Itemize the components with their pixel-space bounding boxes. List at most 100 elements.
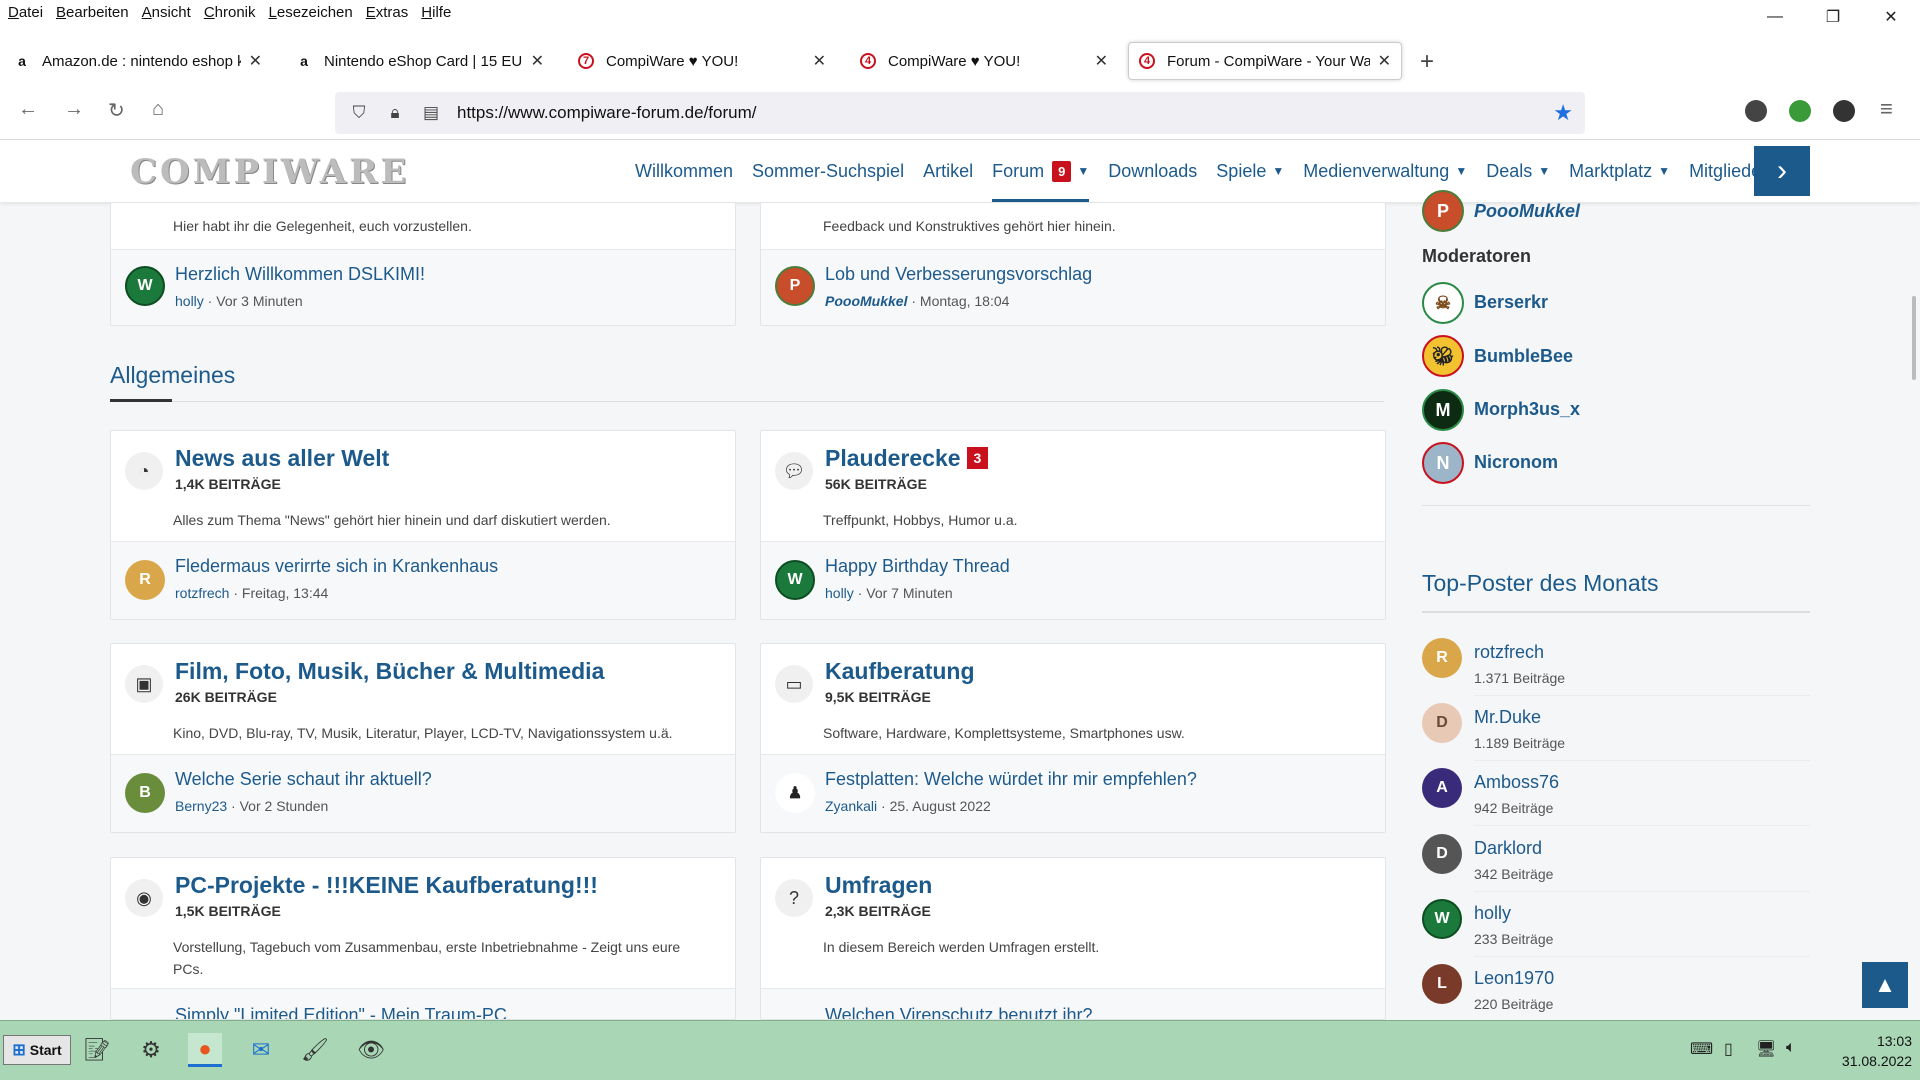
menu-extras[interactable]: Extras (366, 4, 409, 21)
board-title[interactable]: Umfragen (825, 872, 932, 899)
section-title[interactable]: Allgemeines (110, 362, 235, 389)
avatar[interactable]: W (775, 560, 815, 600)
thunderbird-icon[interactable]: ✉ (244, 1033, 278, 1067)
admin-name[interactable]: PoooMukkel (1474, 201, 1580, 222)
moderator-name[interactable]: Nicronom (1474, 452, 1558, 473)
last-post-user[interactable]: PoooMukkel (825, 293, 907, 309)
avatar[interactable]: M (1422, 389, 1464, 431)
chevron-down-icon[interactable]: ▼ (1077, 164, 1089, 178)
board-title[interactable]: Film, Foto, Musik, Bücher & Multimedia (175, 658, 604, 685)
moderator-name[interactable]: Morph3us_x (1474, 399, 1580, 420)
nav-medienverwaltung[interactable]: Medienverwaltung ▼ (1303, 161, 1467, 182)
tab-compiware-2[interactable]: 4 CompiWare ♥ YOU! ✕ (850, 42, 1118, 80)
start-button[interactable]: ⊞ Start (3, 1035, 71, 1065)
home-icon[interactable]: ⌂ (152, 98, 164, 121)
last-post-title[interactable]: Herzlich Willkommen DSLKIMI! (175, 264, 425, 285)
reader-view-icon[interactable]: ▤ (419, 103, 443, 123)
tab-compiware-1[interactable]: 7 CompiWare ♥ YOU! ✕ (568, 42, 836, 80)
chevron-down-icon[interactable]: ▼ (1538, 164, 1550, 178)
avatar[interactable]: W (125, 266, 165, 306)
tab-amazon-1[interactable]: a Amazon.de : nintendo eshop ka ✕ (4, 42, 272, 80)
battery-icon[interactable]: ▯ (1724, 1039, 1733, 1059)
avatar[interactable]: N (1422, 442, 1464, 484)
chevron-down-icon[interactable]: ▼ (1272, 164, 1284, 178)
chevron-down-icon[interactable]: ▼ (1455, 164, 1467, 178)
close-icon[interactable]: ✕ (1095, 51, 1108, 71)
nav-downloads[interactable]: Downloads (1108, 161, 1197, 182)
close-icon[interactable]: ✕ (1378, 51, 1391, 71)
board-title[interactable]: PC-Projekte - !!!KEINE Kaufberatung!!! (175, 872, 598, 899)
avatar[interactable]: D (1422, 703, 1462, 743)
menu-help[interactable]: Hilfe (421, 4, 451, 21)
moderator-name[interactable]: Berserkr (1474, 292, 1548, 313)
volume-icon[interactable]: 🔈︎ (1786, 1039, 1796, 1057)
url-text[interactable]: https://www.compiware-forum.de/forum/ (457, 103, 756, 123)
avatar[interactable]: ♟ (775, 773, 815, 813)
site-logo[interactable]: COMPIWARE (130, 152, 409, 192)
clock[interactable]: 13:03 31.08.2022 (1812, 1031, 1912, 1071)
chevron-down-icon[interactable]: ▼ (1658, 164, 1670, 178)
last-post-user[interactable]: holly (825, 585, 854, 601)
nav-willkommen[interactable]: Willkommen (635, 161, 733, 182)
menu-view[interactable]: Ansicht (142, 4, 191, 21)
avatar[interactable]: L (1422, 964, 1462, 1004)
last-post-user[interactable]: holly (175, 293, 204, 309)
last-post-title[interactable]: Welche Serie schaut ihr aktuell? (175, 769, 432, 790)
screenshot-tool-icon[interactable]: 👁︎ (354, 1033, 388, 1067)
new-tab-button[interactable]: + (1420, 48, 1434, 76)
last-post-title[interactable]: Lob und Verbesserungsvorschlag (825, 264, 1092, 285)
menu-file[interactable]: Datei (8, 4, 43, 21)
back-arrow-icon[interactable]: ← (18, 98, 38, 121)
nav-marktplatz[interactable]: Marktplatz ▼ (1569, 161, 1670, 182)
top-poster-name[interactable]: Amboss76 (1474, 772, 1559, 793)
top-poster-name[interactable]: Mr.Duke (1474, 707, 1541, 728)
notepad-icon[interactable]: 📝︎ (80, 1033, 114, 1067)
nav-artikel[interactable]: Artikel (923, 161, 973, 182)
nav-spiele[interactable]: Spiele ▼ (1216, 161, 1284, 182)
account-icon[interactable] (1833, 100, 1855, 122)
last-post-user[interactable]: Berny23 (175, 798, 227, 814)
last-post-user[interactable]: rotzfrech (175, 585, 229, 601)
top-poster-name[interactable]: Darklord (1474, 838, 1542, 859)
nav-deals[interactable]: Deals ▼ (1486, 161, 1550, 182)
avatar[interactable]: B (125, 773, 165, 813)
ublock-extension-icon[interactable] (1745, 100, 1767, 122)
top-poster-name[interactable]: Leon1970 (1474, 968, 1554, 989)
paint-icon[interactable]: 🖌︎ (298, 1033, 332, 1067)
board-title[interactable]: News aus aller Welt (175, 445, 389, 472)
nav-scroll-right-button[interactable]: › (1754, 146, 1810, 196)
scroll-to-top-button[interactable]: ▲ (1862, 962, 1908, 1008)
close-icon[interactable]: ✕ (813, 51, 826, 71)
nav-forum[interactable]: Forum 9 ▼ (992, 140, 1090, 202)
menu-bookmarks[interactable]: Lesezeichen (269, 4, 353, 21)
last-post-user[interactable]: Zyankali (825, 798, 877, 814)
network-icon[interactable]: 🖥︎ (1756, 1039, 1776, 1059)
avatar[interactable]: P (775, 266, 815, 306)
firefox-icon[interactable]: ● (188, 1033, 222, 1067)
avatar[interactable]: R (1422, 638, 1462, 678)
moderator-name[interactable]: BumbleBee (1474, 346, 1573, 367)
page-scrollbar[interactable] (1912, 296, 1916, 380)
avatar[interactable]: 🐝︎ (1422, 335, 1464, 377)
control-panel-icon[interactable]: ⚙ (134, 1033, 168, 1067)
close-icon[interactable]: ✕ (249, 51, 262, 71)
avatar[interactable]: W (1422, 899, 1462, 939)
shield-icon[interactable]: ⛉ (347, 103, 371, 123)
tab-forum-active[interactable]: 4 Forum - CompiWare - Your Way ✕ (1128, 42, 1402, 80)
globe-extension-icon[interactable] (1789, 100, 1811, 122)
forward-arrow-icon[interactable]: → (64, 98, 84, 121)
url-bar[interactable]: ⛉ 🔒︎ ▤ https://www.compiware-forum.de/fo… (335, 92, 1585, 134)
bookmark-star-icon[interactable]: ★ (1553, 100, 1573, 126)
avatar[interactable]: P (1422, 190, 1464, 232)
avatar[interactable]: R (125, 560, 165, 600)
nav-sommer-suchspiel[interactable]: Sommer-Suchspiel (752, 161, 904, 182)
lock-icon[interactable]: 🔒︎ (383, 103, 407, 123)
close-icon[interactable]: ✕ (531, 51, 544, 71)
menu-edit[interactable]: Bearbeiten (56, 4, 129, 21)
keyboard-layout-icon[interactable]: ⌨ (1690, 1039, 1713, 1059)
top-poster-name[interactable]: holly (1474, 903, 1511, 924)
last-post-title[interactable]: Festplatten: Welche würdet ihr mir empfe… (825, 769, 1197, 790)
avatar[interactable]: ☠ (1422, 282, 1464, 324)
tab-amazon-2[interactable]: a Nintendo eShop Card | 15 EUR ( ✕ (286, 42, 554, 80)
reload-icon[interactable]: ↻ (108, 98, 125, 123)
